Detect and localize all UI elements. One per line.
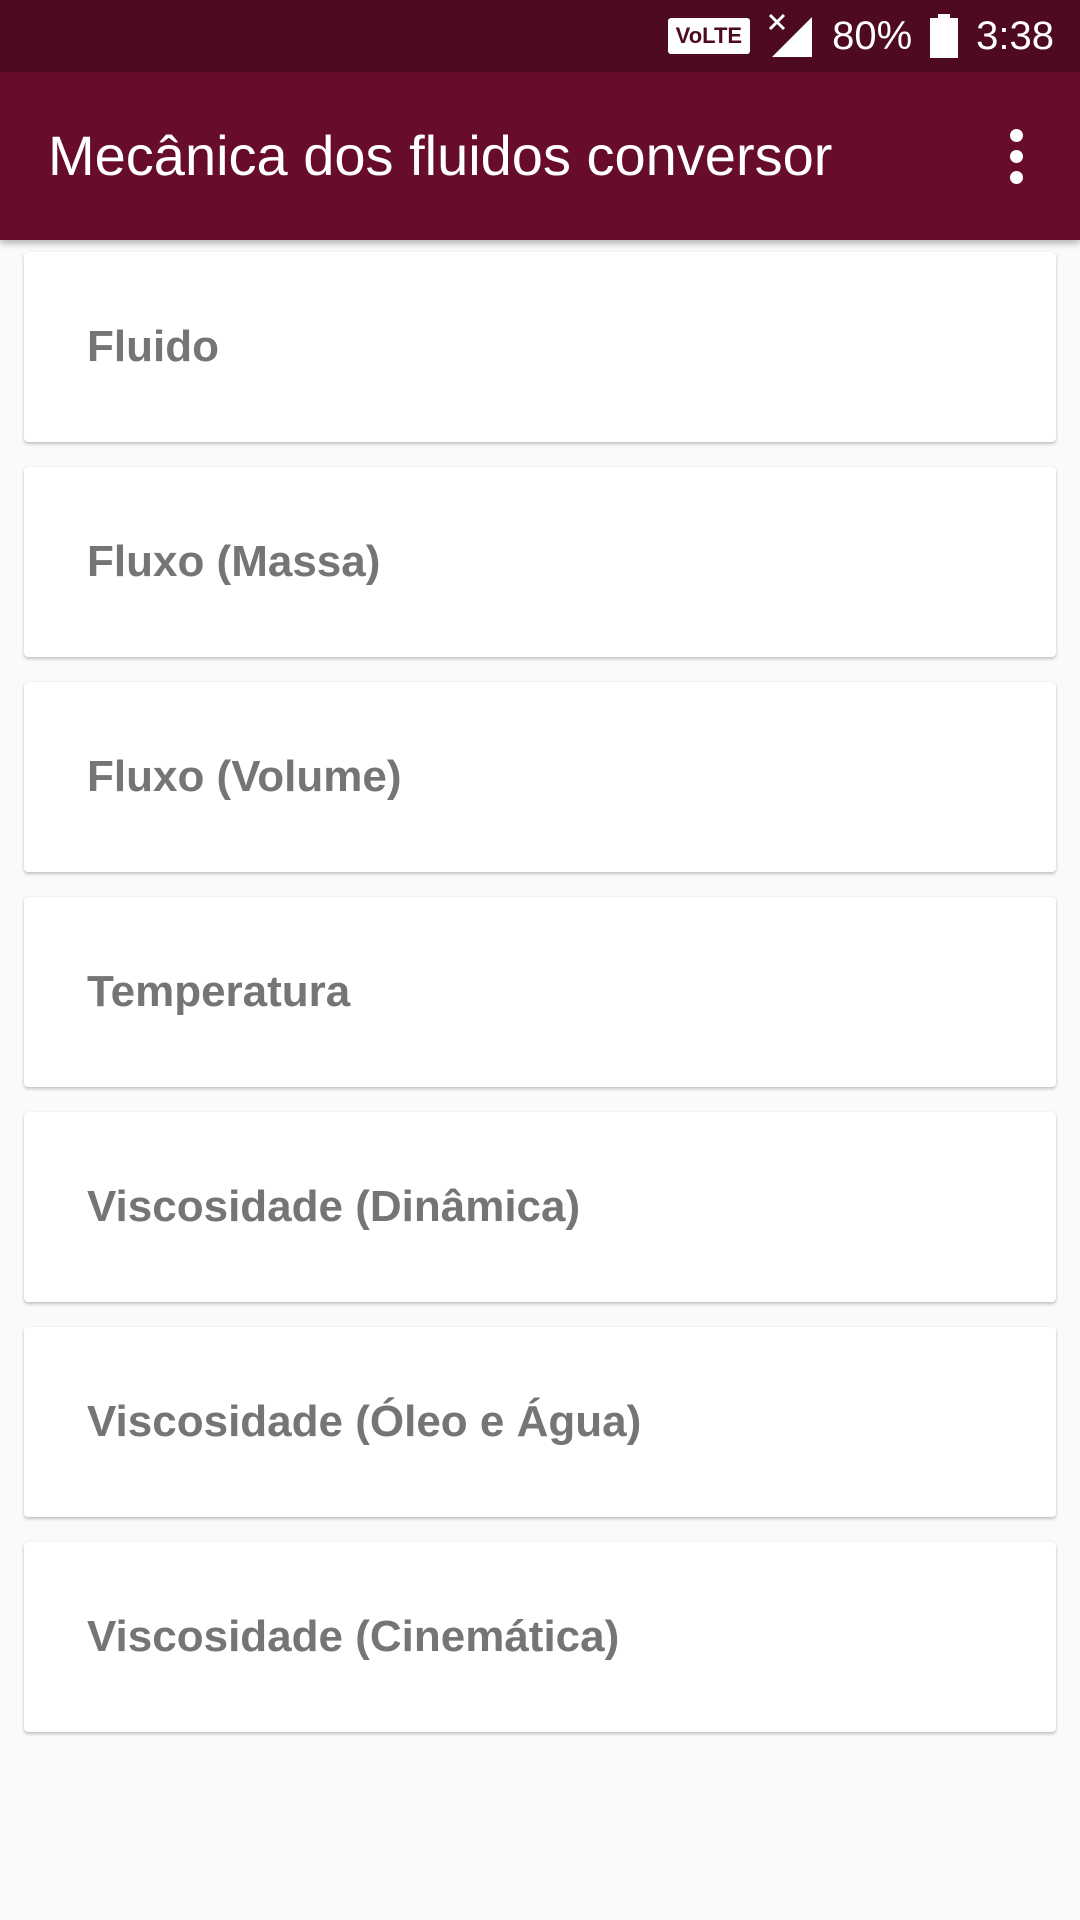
list-item-fluido[interactable]: Fluido — [24, 252, 1056, 442]
list-item-label: Fluxo (Volume) — [87, 752, 402, 801]
more-vert-icon-dot — [1009, 170, 1023, 184]
app-bar: Mecânica dos fluidos conversor — [0, 72, 1080, 240]
signal-no-sim-icon — [768, 13, 814, 59]
list-item-label: Viscosidade (Cinemática) — [87, 1612, 620, 1661]
battery-percentage: 80% — [832, 13, 913, 58]
clock: 3:38 — [976, 13, 1054, 58]
list-item-label: Fluxo (Massa) — [87, 537, 381, 586]
volte-icon: VoLTE — [667, 18, 751, 54]
category-list: Fluido Fluxo (Massa) Fluxo (Volume) Temp… — [24, 252, 1056, 1757]
list-item-fluxo-massa[interactable]: Fluxo (Massa) — [24, 467, 1056, 657]
list-item-label: Fluido — [87, 322, 219, 371]
list-item-viscosidade-cinematica[interactable]: Viscosidade (Cinemática) — [24, 1542, 1056, 1732]
more-options-button[interactable] — [976, 112, 1056, 200]
list-item-label: Viscosidade (Óleo e Água) — [87, 1397, 642, 1446]
list-item-fluxo-volume[interactable]: Fluxo (Volume) — [24, 682, 1056, 872]
more-vert-icon — [1009, 128, 1023, 142]
battery-icon — [930, 14, 959, 58]
status-icons: VoLTE 80% 3:38 — [667, 0, 1054, 72]
page-title: Mecânica dos fluidos conversor — [48, 124, 833, 187]
more-vert-icon-dot — [1009, 149, 1023, 163]
list-item-label: Temperatura — [87, 967, 351, 1016]
list-item-viscosidade-dinamica[interactable]: Viscosidade (Dinâmica) — [24, 1112, 1056, 1302]
list-item-label: Viscosidade (Dinâmica) — [87, 1182, 581, 1231]
list-item-viscosidade-oleo-agua[interactable]: Viscosidade (Óleo e Água) — [24, 1327, 1056, 1517]
list-item-temperatura[interactable]: Temperatura — [24, 897, 1056, 1087]
status-bar: VoLTE 80% 3:38 — [0, 0, 1080, 72]
